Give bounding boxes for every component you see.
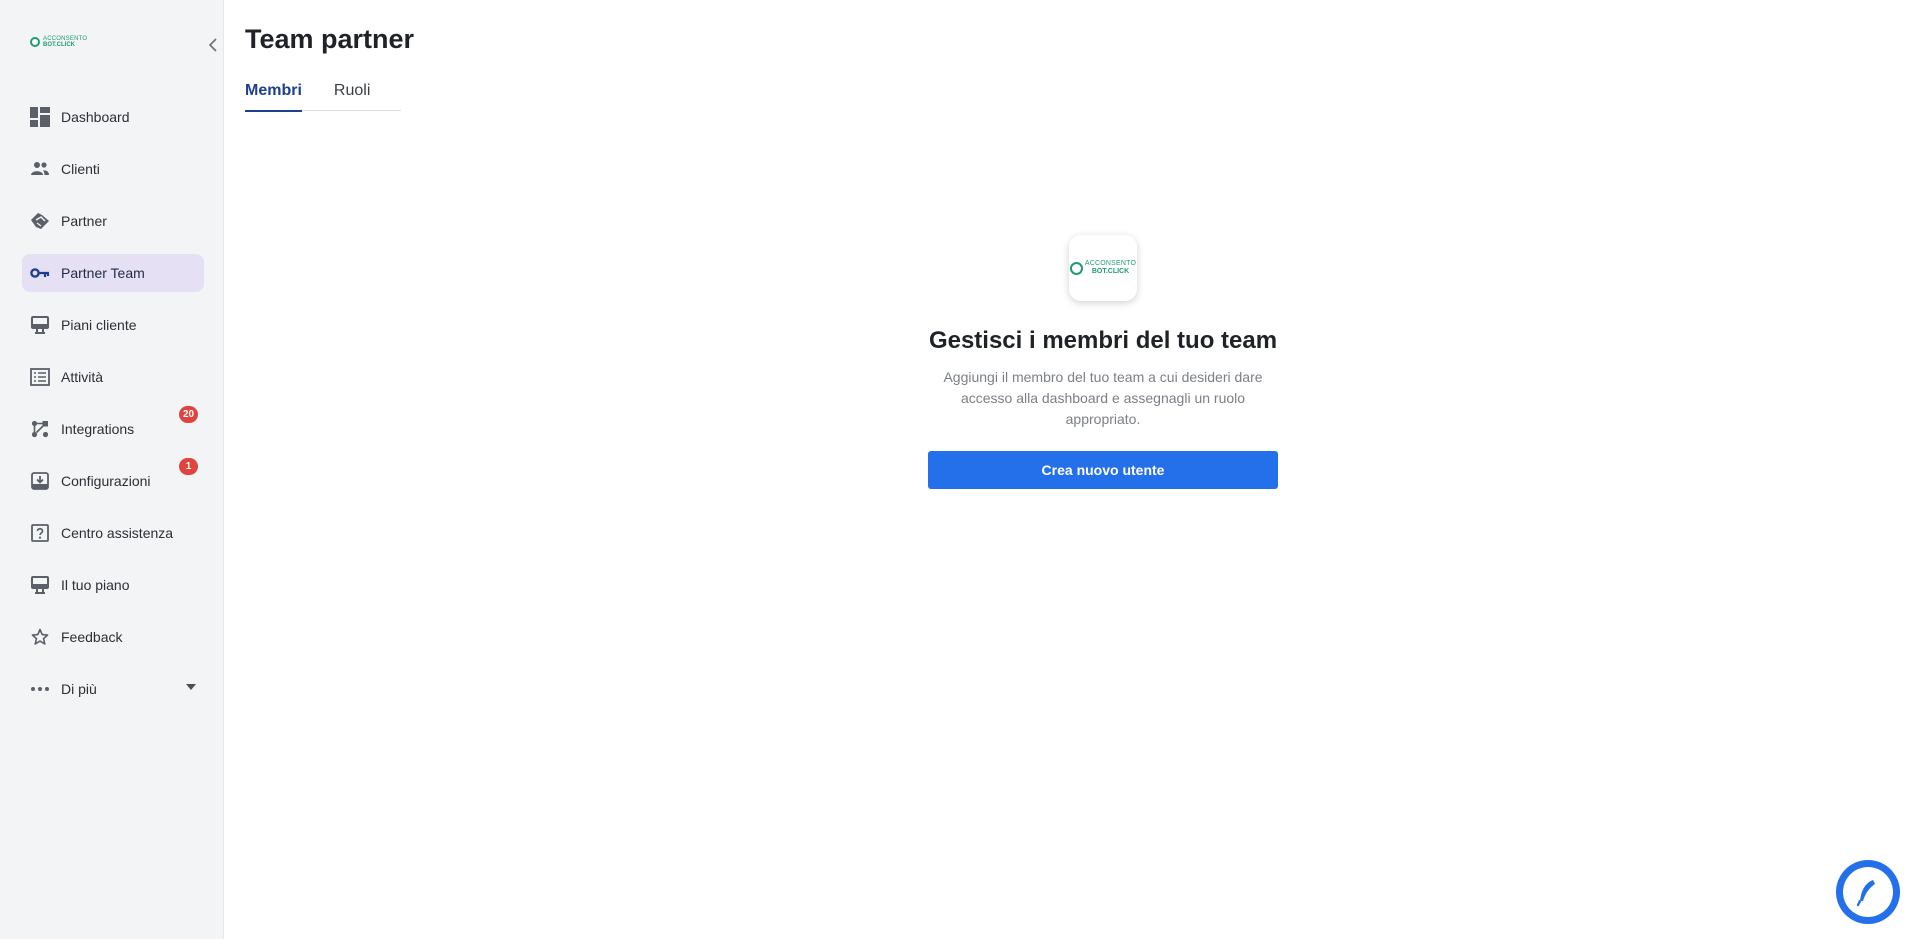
key-icon [30, 263, 50, 283]
more-icon [30, 679, 50, 699]
configurazioni-count-badge: 1 [179, 458, 198, 475]
integrations-count-badge: 20 [179, 406, 199, 423]
sidebar-item-dashboard[interactable]: Dashboard [22, 98, 204, 136]
tab-bar: Membri Ruoli [245, 82, 401, 112]
brand-logo[interactable]: ACCONSENTO BOT.CLICK [30, 36, 87, 48]
sidebar: ACCONSENTO BOT.CLICK Dashboard Clienti P… [0, 0, 224, 939]
config-icon [30, 471, 50, 491]
chat-feather-icon [1856, 880, 1875, 907]
handshake-icon [30, 211, 50, 231]
dashboard-icon [30, 107, 50, 127]
star-icon [30, 627, 50, 647]
sidebar-item-label: Il tuo piano [61, 577, 130, 593]
plan-icon [30, 315, 50, 335]
help-icon [30, 523, 50, 543]
list-icon [30, 367, 50, 387]
sidebar-item-label: Di più [61, 681, 97, 697]
sidebar-item-label: Attività [61, 369, 104, 385]
sidebar-item-label: Clienti [61, 161, 100, 177]
plan-icon [30, 575, 50, 595]
sidebar-item-label: Partner Team [61, 265, 145, 281]
logo-mark-icon [30, 37, 40, 47]
logo-line-2: BOT.CLICK [43, 42, 75, 48]
sidebar-item-label: Partner [61, 213, 107, 229]
sidebar-item-label: Feedback [61, 629, 123, 645]
empty-state: ACCONSENTO BOT.CLICK Gestisci i membri d… [893, 235, 1313, 489]
sidebar-item-label: Dashboard [61, 109, 130, 125]
integrations-icon [30, 419, 50, 439]
chevron-left-icon [209, 38, 217, 52]
sidebar-nav: Dashboard Clienti Partner Partner Team P… [22, 98, 204, 722]
sidebar-item-clienti[interactable]: Clienti [22, 150, 204, 188]
logo-mark-icon [1069, 261, 1083, 275]
tab-membri[interactable]: Membri [245, 82, 302, 112]
sidebar-item-di-piu[interactable]: Di più [22, 670, 204, 708]
people-icon [30, 159, 50, 179]
sidebar-item-piani-cliente[interactable]: Piani cliente [22, 306, 204, 344]
sidebar-item-label: Configurazioni [61, 473, 151, 489]
empty-state-description: Aggiungi il membro del tuo team a cui de… [943, 369, 1263, 427]
empty-state-logo: ACCONSENTO BOT.CLICK [1069, 235, 1137, 301]
sidebar-item-label: Integrations [61, 421, 135, 437]
sidebar-item-label: Centro assistenza [61, 525, 174, 541]
logo-line-1: ACCONSENTO [1084, 260, 1137, 267]
chevron-down-icon [186, 684, 196, 690]
help-chat-button[interactable] [1836, 860, 1900, 924]
sidebar-item-il-tuo-piano[interactable]: Il tuo piano [22, 566, 204, 604]
sidebar-item-feedback[interactable]: Feedback [22, 618, 204, 656]
create-new-user-button[interactable]: Crea nuovo utente [928, 451, 1278, 489]
logo-line-2: BOT.CLICK [1091, 268, 1130, 275]
sidebar-item-attivita[interactable]: Attività [22, 358, 204, 396]
sidebar-item-integrations[interactable]: Integrations 20 [22, 406, 204, 448]
main-content: Team partner Membri Ruoli ACCONSENTO BOT… [245, 0, 1908, 939]
sidebar-item-partner[interactable]: Partner [22, 202, 204, 240]
collapse-sidebar-button[interactable] [206, 36, 220, 54]
sidebar-item-partner-team[interactable]: Partner Team [22, 254, 204, 292]
page-title: Team partner [245, 24, 415, 54]
empty-state-title: Gestisci i membri del tuo team [928, 327, 1278, 354]
sidebar-item-centro-assistenza[interactable]: Centro assistenza [22, 514, 204, 552]
sidebar-item-label: Piani cliente [61, 317, 137, 333]
sidebar-item-configurazioni[interactable]: Configurazioni 1 [22, 458, 204, 500]
tab-ruoli[interactable]: Ruoli [334, 82, 370, 111]
